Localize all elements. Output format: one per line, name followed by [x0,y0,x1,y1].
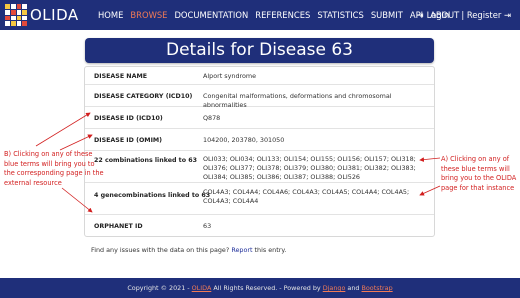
link-orphanet[interactable]: 63 [203,222,428,231]
footer-and: and [347,284,360,292]
details-card: DISEASE NAME Alport syndrome DISEASE CAT… [84,66,435,237]
login-link[interactable]: ⇥ LogIn [417,10,450,20]
footer-olida-link[interactable]: OLIDA [192,284,212,292]
label-disease-name: DISEASE NAME [94,73,148,80]
login-icon: ⇥ [416,10,424,20]
arrow-to-icd10 [35,112,91,147]
label-omim: DISEASE ID (OMIM) [94,137,163,144]
link-omim[interactable]: 104200, 203780, 301050 [203,136,428,145]
row-orphanet: ORPHANET ID 63 [85,215,434,237]
link-icd10[interactable]: Q878 [203,114,428,123]
value-disease-name: Alport syndrome [203,72,257,80]
row-omim: DISEASE ID (OMIM) 104200, 203780, 301050 [85,129,434,151]
register-separator: | [461,10,465,20]
footer-bootstrap-link[interactable]: Bootstrap [362,284,393,292]
footer-copyright: Copyright © 2021 - [127,284,190,292]
nav-references[interactable]: REFERENCES [255,10,310,20]
row-icd10: DISEASE ID (ICD10) Q878 [85,107,434,129]
nav-documentation[interactable]: DOCUMENTATION [174,10,248,20]
nav-submit[interactable]: SUBMIT [371,10,403,20]
issue-note-prefix: Find any issues with the data on this pa… [91,246,230,254]
page-footer: Copyright © 2021 - OLIDA All Rights Rese… [0,278,520,298]
register-icon: ⇥ [503,10,511,20]
main-nav: HOME BROWSE DOCUMENTATION REFERENCES STA… [98,10,459,20]
row-combinations: 22 combinations linked to 63 OLI033; OLI… [85,151,434,183]
row-disease-name: DISEASE NAME Alport syndrome [85,67,434,85]
brand-name[interactable]: OLIDA [30,6,79,24]
login-label: LogIn [426,10,450,20]
label-icd10: DISEASE ID (ICD10) [94,115,163,122]
label-combinations: 22 combinations linked to 63 [94,157,197,164]
nav-statistics[interactable]: STATISTICS [317,10,364,20]
row-disease-category: DISEASE CATEGORY (ICD10) Congenital malf… [85,85,434,109]
annotation-external-links: B) Clicking on any of these blue terms w… [4,150,104,187]
label-genecombinations: 4 genecombinations linked to 63 [94,192,211,199]
register-label: Register [466,10,502,20]
row-genecombinations: 4 genecombinations linked to 63 COL4A3; … [85,183,434,215]
account-nav: ⇥ LogIn | Register ⇥ [417,10,511,20]
report-link[interactable]: Report [231,246,252,254]
nav-browse[interactable]: BROWSE [130,10,167,20]
page-title: Details for Disease 63 [85,38,434,63]
nav-home[interactable]: HOME [98,10,123,20]
issue-note-suffix: this entry. [254,246,287,254]
footer-django-link[interactable]: Django [323,284,346,292]
register-link[interactable]: | Register ⇥ [461,10,511,20]
links-combinations[interactable]: OLI033; OLI034; OLI133; OLI154; OLI155; … [203,155,428,182]
label-orphanet: ORPHANET ID [94,223,143,230]
olida-logo-icon[interactable] [5,4,27,26]
annotation-olida-links: A) Clicking on any of these blue terms w… [441,155,517,192]
links-genecombinations[interactable]: COL4A3; COL4A4; COL4A6; COL4A3; COL4A5; … [203,188,428,206]
footer-rights: All Rights Reserved. - Powered by [213,284,321,292]
issue-note: Find any issues with the data on this pa… [91,246,286,254]
label-disease-category: DISEASE CATEGORY (ICD10) [94,93,193,100]
top-navbar: OLIDA HOME BROWSE DOCUMENTATION REFERENC… [0,0,520,30]
